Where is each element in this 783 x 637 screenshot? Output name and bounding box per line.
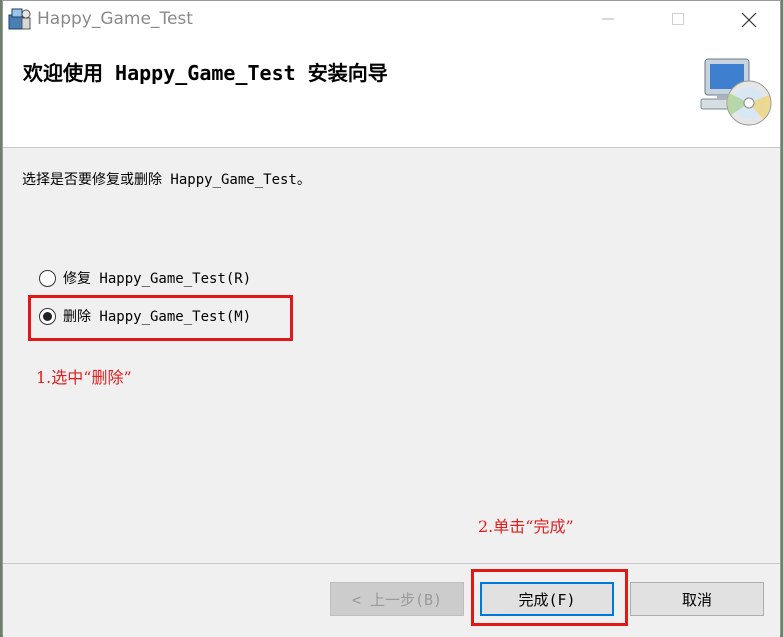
wizard-header: 欢迎使用 Happy_Game_Test 安装向导 (3, 37, 780, 148)
prompt-text: 选择是否要修复或删除 Happy_Game_Test。 (22, 172, 311, 188)
annotation-step1: 1.选中“删除” (36, 368, 132, 387)
computer-cd-icon (699, 57, 773, 133)
back-button[interactable]: < 上一步(B) (330, 582, 464, 616)
page-title: 欢迎使用 Happy_Game_Test 安装向导 (23, 61, 388, 85)
repair-label: 修复 Happy_Game_Test(R) (63, 271, 252, 287)
installer-icon (7, 6, 33, 32)
cancel-button[interactable]: 取消 (630, 582, 764, 616)
minimize-button[interactable] (585, 1, 631, 37)
title-bar[interactable]: Happy_Game_Test (3, 1, 780, 37)
remove-highlight-box (28, 295, 293, 341)
repair-option[interactable]: 修复 Happy_Game_Test(R) (39, 267, 251, 289)
window-title: Happy_Game_Test (37, 9, 193, 29)
maximize-button[interactable] (655, 1, 701, 37)
annotation-step2: 2.单击“完成” (478, 517, 574, 536)
close-icon (741, 12, 757, 28)
maximize-icon (672, 13, 684, 25)
finish-highlight-box (471, 569, 628, 626)
minimize-icon (602, 18, 614, 20)
close-button[interactable] (725, 1, 771, 37)
repair-radio[interactable] (39, 269, 56, 287)
installer-window: Happy_Game_Test 欢迎使用 Happy_Game_Test 安装向… (2, 0, 781, 637)
